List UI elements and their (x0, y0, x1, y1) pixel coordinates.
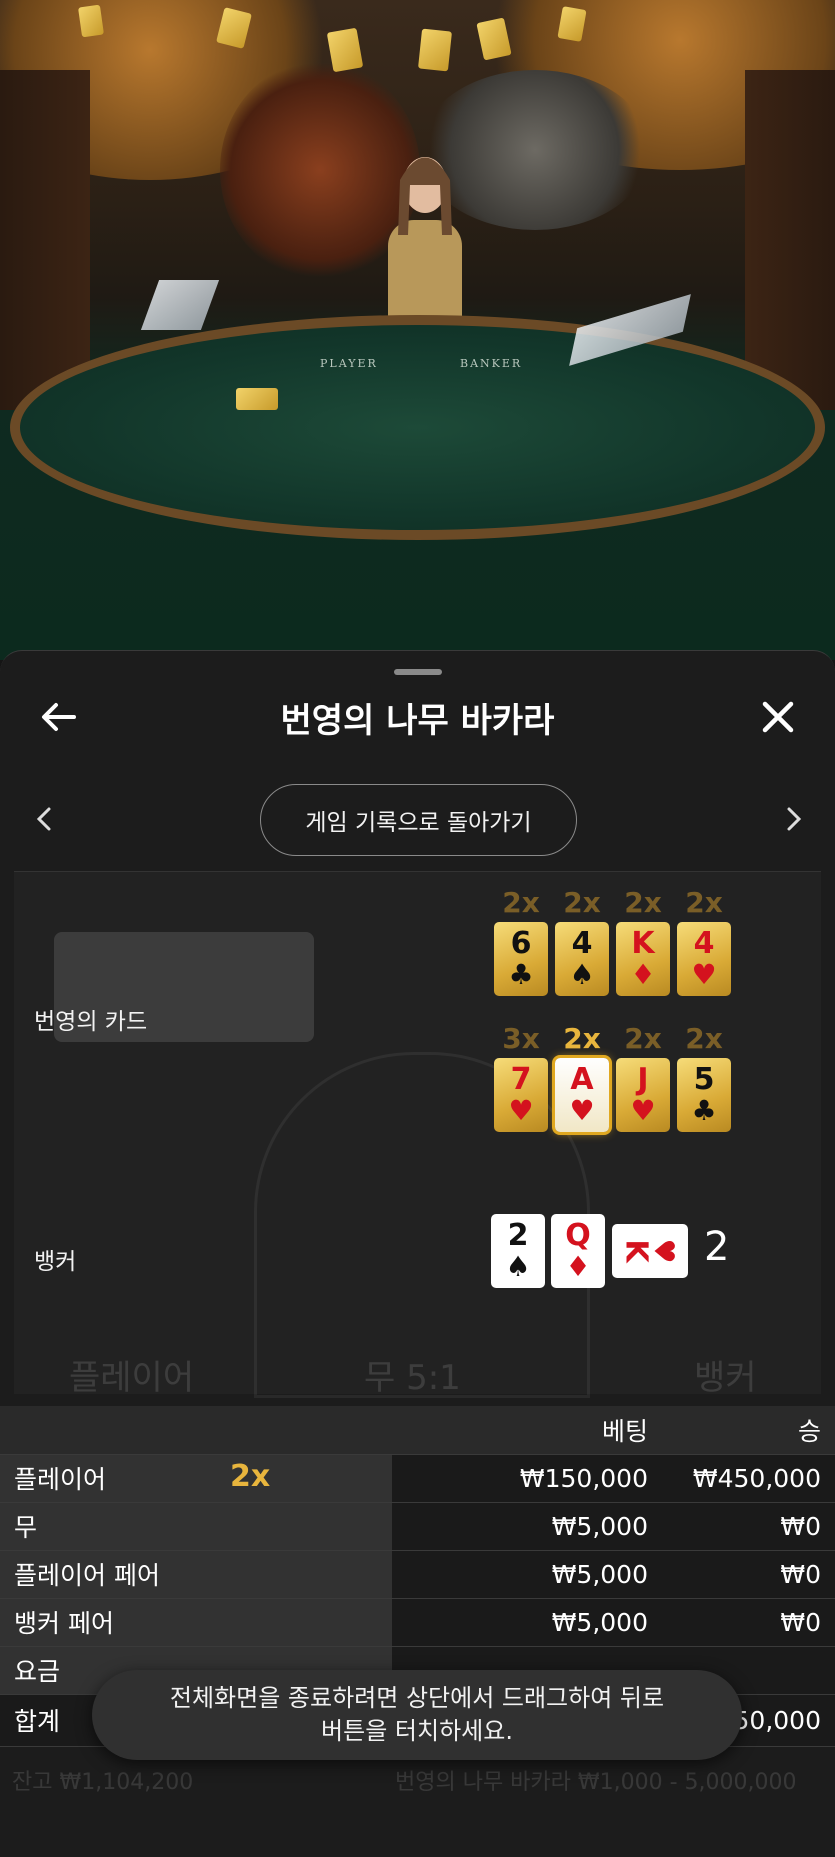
balance-text: 잔고 ₩1,104,200 (12, 1770, 194, 1795)
prosperity-card: 4 ♥ (677, 922, 731, 996)
card-multiplier: 2x (685, 886, 723, 919)
round-result-area: 플레이어 무 5:1 뱅커 번영의 카드 뱅커 2x 2x 2x 2x 6 ♣ 4… (14, 871, 821, 1398)
header-win: 승 (662, 1406, 835, 1455)
card-multiplier: 2x (685, 1022, 723, 1055)
table-row: 뱅커 페어 ₩5,000 ₩0 (0, 1598, 835, 1647)
card-multiplier-highlighted: 2x (563, 1022, 601, 1055)
bet-name: 플레이어 페어 (14, 1561, 160, 1590)
bet-amount: ₩5,000 (392, 1502, 662, 1551)
card-multiplier: 3x (502, 1022, 540, 1055)
card-multiplier: 2x (624, 886, 662, 919)
bet-multiplier: 2x (230, 1458, 271, 1494)
bet-name: 플레이어 (14, 1465, 107, 1494)
background-label-banker: 뱅커 (694, 1358, 757, 1398)
banker-label: 뱅커 (34, 1249, 77, 1275)
chevron-left-icon[interactable] (20, 795, 68, 843)
win-amount: ₩0 (662, 1598, 835, 1647)
toast-line-1: 전체화면을 종료하려면 상단에서 드래그하여 뒤로 (169, 1684, 665, 1712)
table-row: 플레이어 페어 ₩5,000 ₩0 (0, 1550, 835, 1599)
table-row: 플레이어 2x ₩150,000 ₩450,000 (0, 1454, 835, 1503)
hanging-gold-card (78, 4, 104, 38)
bet-amount: ₩5,000 (392, 1550, 662, 1599)
card-multiplier: 2x (563, 886, 601, 919)
close-icon[interactable] (754, 693, 802, 741)
prosperity-card: 7 ♥ (494, 1058, 548, 1132)
header-bet: 베팅 (392, 1406, 662, 1455)
pillar-left (0, 70, 90, 410)
toast-line-2: 버튼을 터치하세요. (321, 1717, 513, 1745)
prosperity-card: 5 ♣ (677, 1058, 731, 1132)
banker-card: Q ♦ (551, 1214, 605, 1288)
card-shoe-left (140, 280, 220, 330)
banker-card-rotated: K ♥ (612, 1224, 688, 1278)
table-row: 무 ₩5,000 ₩0 (0, 1502, 835, 1551)
back-to-history-button[interactable]: 게임 기록으로 돌아가기 (260, 784, 577, 856)
bet-name: 뱅커 페어 (14, 1609, 114, 1638)
prosperity-card: 4 ♠ (555, 922, 609, 996)
table-limits-text: 번영의 나무 바카라 ₩1,000 - 5,000,000 (395, 1770, 797, 1795)
baccarat-table: PLAYER BANKER (10, 315, 825, 540)
bet-name: 무 (14, 1513, 38, 1542)
table-label-banker: BANKER (460, 357, 523, 370)
prosperity-card-matched: A ♥ (555, 1058, 609, 1132)
chevron-right-icon[interactable] (770, 795, 818, 843)
banker-score: 2 (704, 1224, 730, 1270)
background-label-player: 플레이어 (69, 1358, 195, 1398)
table-header: 베팅 승 (0, 1406, 835, 1455)
win-amount: ₩0 (662, 1550, 835, 1599)
banker-card: 2 ♠ (491, 1214, 545, 1288)
card-multiplier: 2x (624, 1022, 662, 1055)
prosperity-card: 6 ♣ (494, 922, 548, 996)
background-label-tie: 무 5:1 (364, 1358, 461, 1398)
table-card (236, 388, 278, 410)
win-amount: ₩0 (662, 1502, 835, 1551)
win-amount: ₩450,000 (662, 1454, 835, 1503)
card-multiplier: 2x (502, 886, 540, 919)
drag-handle[interactable] (394, 669, 442, 675)
bet-name: 요금 (14, 1657, 61, 1686)
live-video-stream: PLAYER BANKER (0, 0, 835, 660)
prosperity-cards-label: 번영의 카드 (34, 1009, 148, 1035)
prosperity-card: J ♥ (616, 1058, 670, 1132)
bet-amount: ₩150,000 (392, 1454, 662, 1503)
hanging-gold-card (417, 28, 453, 72)
prosperity-card: K ♦ (616, 922, 670, 996)
bet-amount: ₩5,000 (392, 1598, 662, 1647)
table-label-player: PLAYER (320, 357, 378, 370)
fullscreen-exit-toast: 전체화면을 종료하려면 상단에서 드래그하여 뒤로 버튼을 터치하세요. (92, 1670, 742, 1760)
page-title: 번영의 나무 바카라 (280, 701, 555, 741)
pillar-right (745, 70, 835, 410)
